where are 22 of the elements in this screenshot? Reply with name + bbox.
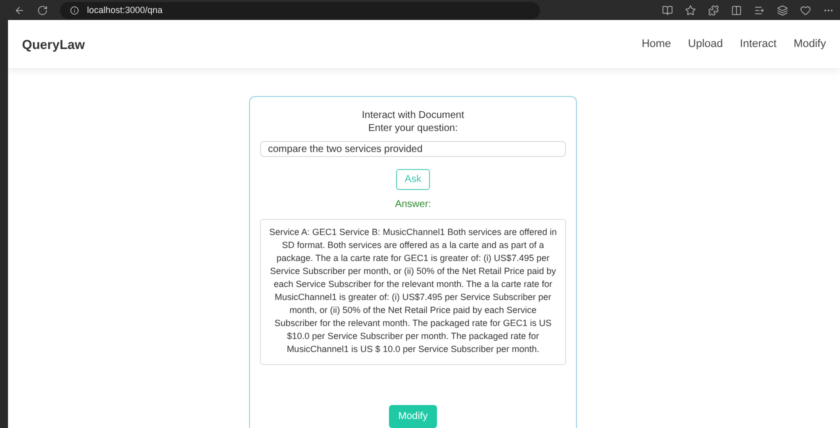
favorites-icon[interactable] (754, 4, 765, 16)
info-icon[interactable] (70, 6, 79, 14)
answer-label: Answer: (394, 199, 432, 210)
collections-icon[interactable] (777, 4, 788, 16)
heart-icon[interactable] (800, 4, 811, 16)
extension-icon[interactable] (708, 4, 719, 16)
star-icon[interactable] (685, 4, 696, 16)
refresh-icon[interactable] (37, 4, 48, 16)
address-bar[interactable]: localhost:3000/qna (60, 2, 540, 18)
card-title: Interact with Document (362, 109, 464, 122)
nav-link[interactable]: Upload (688, 38, 723, 50)
nav-link[interactable]: Interact (740, 38, 777, 50)
nav-link[interactable]: Home (642, 38, 672, 50)
question-prompt: Enter your question: (368, 122, 458, 135)
answer-text: Service A: GEC1 Service B: MusicChannel1 Both services are offered in SD format. Both services are offered as a la carte and as part of a package. The a la carte rate for GEC1 is greater of: (i) US$7.495 per Service Subscriber per month, or (ii) 50% of the Net Retail Price paid by each Service Subscriber for the relevant month. The a la carte rate for MusicChannel1 is greater of: (i) US$7.495 per Service Subscriber per month, or (ii) 50% of the Net Retail Price paid by each Service Subscriber for the relevant month. The packaged rate for GEC1 is US $10.0 per Service Subscriber per month. The packaged rate for MusicChannel1 is US $ 10.0 per Service Subscriber per month. (260, 219, 566, 365)
brand-name[interactable]: QueryLaw (22, 36, 85, 52)
reader-icon[interactable] (662, 4, 673, 16)
question-field[interactable]: compare the two services provided (260, 141, 566, 157)
url-text: localhost:3000/qna (87, 5, 163, 15)
nav-link[interactable]: Modify (794, 38, 826, 50)
back-icon[interactable] (14, 4, 25, 16)
split-screen-icon[interactable] (731, 4, 742, 16)
